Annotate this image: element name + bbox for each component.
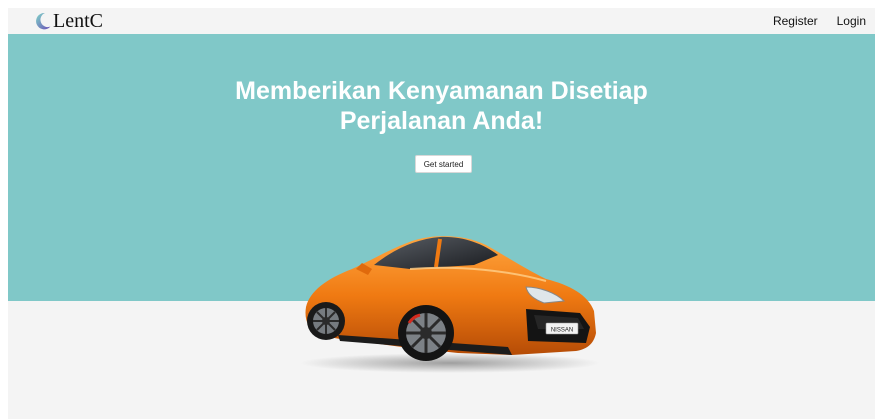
nav-links: Register Login [754,8,866,34]
register-link[interactable]: Register [773,8,818,34]
brand-name: LentC [53,10,103,32]
get-started-button[interactable]: Get started [415,155,472,173]
crescent-moon-icon [36,12,51,30]
hero-title-line-1: Memberikan Kenyamanan Disetiap [235,77,648,105]
brand-logo-link[interactable]: LentC [32,8,103,34]
hero-title: Memberikan Kenyamanan Disetiap Perjalana… [8,76,875,136]
top-navbar: LentC Register Login [8,8,875,34]
orange-sports-car-image: NISSAN [300,236,600,373]
license-plate-text: NISSAN [551,328,573,334]
login-link[interactable]: Login [837,8,866,34]
page-frame: LentC Register Login Memberikan Kenyaman… [8,8,875,419]
hero-title-line-2: Perjalanan Anda! [339,107,544,135]
